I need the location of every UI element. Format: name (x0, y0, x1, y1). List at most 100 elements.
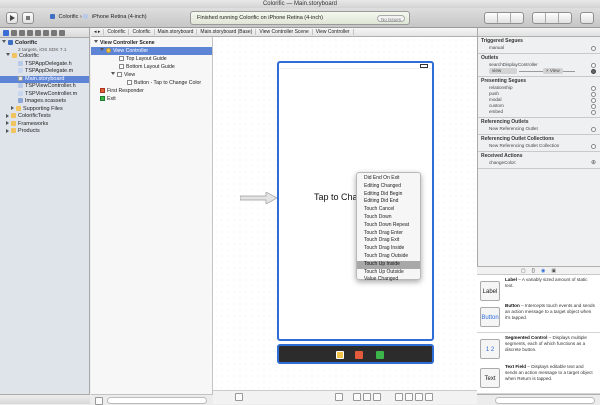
zoom-in-button[interactable] (373, 393, 381, 401)
connection-circle-icon[interactable] (591, 68, 596, 74)
menu-item[interactable]: Editing Changed (357, 183, 420, 191)
nav-item-group[interactable]: Products (0, 128, 89, 136)
first-responder-icon[interactable] (355, 351, 363, 359)
outline-item-scene[interactable]: View Controller Scene (91, 39, 212, 47)
toggle-debug-button[interactable] (546, 13, 559, 23)
connection-circle-icon[interactable] (591, 97, 596, 103)
connection-circle-icon[interactable] (591, 109, 596, 115)
outline-item[interactable]: Button - Tap to Change Color (91, 79, 212, 87)
add-connection-icon[interactable]: ⊕ (591, 160, 596, 166)
nav-item-file-selected[interactable]: Main.storyboard (0, 75, 89, 83)
connection-circle-icon[interactable] (591, 103, 596, 109)
run-button[interactable] (6, 12, 18, 24)
connection-circle-icon[interactable] (591, 143, 596, 149)
toggle-navigator-button[interactable] (533, 13, 546, 23)
menu-item[interactable]: Touch Drag Inside (357, 245, 420, 253)
inspector-tabs[interactable] (478, 28, 600, 37)
stop-button[interactable] (22, 12, 34, 24)
zoom-out-button[interactable] (363, 393, 371, 401)
jump-bar-back-button[interactable]: ◂ ▸ (91, 29, 105, 35)
outline-item[interactable]: First Responder (91, 87, 212, 95)
disclosure-triangle-icon[interactable] (111, 72, 115, 77)
nav-item-file[interactable]: TSPAppDelegate.m (0, 68, 89, 76)
connection-circle-icon[interactable] (591, 85, 596, 91)
menu-item[interactable]: Touch Down (357, 214, 420, 222)
code-snippet-library-tab[interactable]: {} (532, 268, 535, 274)
test-icon[interactable] (35, 30, 41, 36)
assistant-editor-button[interactable] (498, 13, 511, 23)
toggle-utilities-button[interactable] (559, 13, 571, 23)
menu-item-highlighted[interactable]: Touch Up Inside (357, 260, 420, 269)
jump-bar-item[interactable]: Colorific (104, 29, 130, 35)
connection-target[interactable]: × View (543, 68, 563, 74)
disclosure-triangle-icon[interactable] (6, 121, 9, 126)
menu-item[interactable]: Touch Drag Outside (357, 253, 420, 261)
symbol-icon[interactable] (11, 30, 17, 36)
form-factor-button[interactable] (335, 393, 343, 401)
organizer-button[interactable] (580, 12, 594, 24)
find-icon[interactable] (19, 30, 25, 36)
log-icon[interactable] (59, 30, 65, 36)
standard-editor-button[interactable] (485, 13, 498, 23)
nav-item-group[interactable]: Colorific (0, 53, 89, 61)
menu-item[interactable]: Touch Down Repeat (357, 222, 420, 230)
disclosure-triangle-icon[interactable] (6, 53, 10, 58)
nav-item-file[interactable]: Images.xcassets (0, 98, 89, 106)
nav-item-group[interactable]: Supporting Files (0, 106, 89, 114)
version-editor-button[interactable] (511, 13, 523, 23)
resizing-button[interactable] (425, 393, 433, 401)
editor-mode-control[interactable] (484, 12, 524, 24)
disclosure-triangle-icon[interactable] (100, 48, 104, 53)
debug-icon[interactable] (43, 30, 49, 36)
zoom-fit-button[interactable] (353, 393, 361, 401)
jump-bar-item[interactable]: Main.storyboard (155, 29, 198, 35)
disclosure-triangle-icon[interactable] (6, 128, 9, 133)
jump-bar-item[interactable]: View Controller (313, 29, 354, 35)
connection-circle-icon[interactable] (591, 126, 596, 132)
view-controller-icon[interactable] (336, 351, 344, 359)
menu-item[interactable]: Touch Cancel (357, 206, 420, 214)
breakpoint-icon[interactable] (51, 30, 57, 36)
menu-item[interactable]: Touch Drag Exit (357, 237, 420, 245)
library-item-button[interactable]: Button Button – Intercepts touch events … (477, 301, 600, 333)
nav-item-group[interactable]: ColorificTests (0, 113, 89, 121)
disclosure-triangle-icon[interactable] (94, 40, 98, 45)
nav-item-file[interactable]: TSPAppDelegate.h (0, 61, 89, 69)
object-library-tab[interactable]: ◉ (541, 268, 545, 274)
menu-item[interactable]: Editing Did End (357, 198, 420, 206)
disclosure-triangle-icon[interactable] (6, 113, 9, 118)
jump-bar-item[interactable]: View Controller Scene (256, 29, 313, 35)
file-template-library-tab[interactable]: ▢ (521, 268, 526, 274)
nav-item-file[interactable]: TSPViewController.m (0, 91, 89, 99)
outline-filter-field[interactable] (107, 397, 207, 404)
media-library-tab[interactable]: ▣ (551, 268, 556, 274)
nav-item-group[interactable]: Frameworks (0, 121, 89, 129)
outline-item[interactable]: View (91, 71, 212, 79)
scheme-selector[interactable]: Colorific › iPhone Retina (4-inch) (50, 12, 147, 24)
disclosure-triangle-icon[interactable] (11, 106, 14, 111)
connection-circle-icon[interactable] (591, 91, 596, 97)
connection-circle-icon[interactable] (591, 45, 596, 51)
issues-badge[interactable]: No Issues (376, 15, 405, 22)
nav-item-file[interactable]: TSPViewController.h (0, 83, 89, 91)
outline-item[interactable]: Top Layout Guide (91, 55, 212, 63)
library-item-segmented-control[interactable]: 1 2 Segmented Control – Displays multipl… (477, 333, 600, 365)
align-button[interactable] (395, 393, 403, 401)
menu-item[interactable]: Value Changed (357, 276, 420, 284)
menu-item[interactable]: Did End On Exit (357, 175, 420, 183)
outline-item[interactable]: Bottom Layout Guide (91, 63, 212, 71)
jump-bar-item[interactable]: Main.storyboard (Base) (197, 29, 257, 35)
warning-icon[interactable] (27, 30, 33, 36)
pin-button[interactable] (405, 393, 413, 401)
library-item-text-field[interactable]: Text Text Field – Displays editable text… (477, 362, 600, 394)
outline-item[interactable]: Exit (91, 95, 212, 103)
folder-icon[interactable] (3, 30, 9, 36)
jump-bar-item[interactable]: Colorific (129, 29, 155, 35)
menu-item[interactable]: Touch Drag Enter (357, 230, 420, 238)
disclosure-triangle-icon[interactable] (2, 40, 6, 45)
library-filter-field[interactable] (495, 397, 595, 404)
navigator-filter-bar[interactable] (0, 394, 90, 404)
view-toggle-control[interactable] (532, 12, 572, 24)
menu-item[interactable]: Touch Up Outside (357, 269, 420, 277)
outline-item-view-controller[interactable]: View Controller (91, 47, 212, 55)
